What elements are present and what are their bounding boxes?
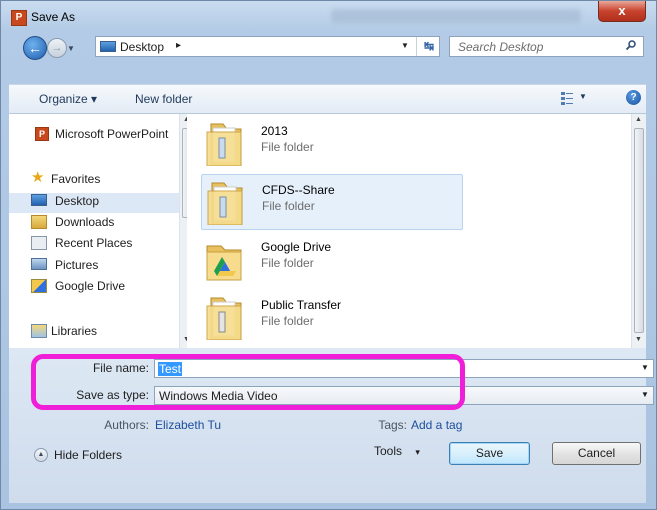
command-toolbar: Organize ▾ New folder ▼ ? xyxy=(9,84,646,114)
nav-item-google-drive[interactable]: Google Drive xyxy=(9,276,179,296)
search-input[interactable]: Search Desktop xyxy=(449,36,644,57)
authors-value[interactable]: Elizabeth Tu xyxy=(155,418,221,432)
title-bar: P Save As x xyxy=(1,1,656,31)
tools-dropdown-icon: ▾ xyxy=(415,447,420,457)
search-icon[interactable] xyxy=(626,40,636,50)
nav-item-favorites[interactable]: ★ Favorites xyxy=(9,169,179,189)
file-item-public-transfer[interactable]: Public Transfer File folder xyxy=(201,290,463,346)
google-drive-folder-icon xyxy=(206,245,242,281)
file-item-2013[interactable]: 2013 File folder xyxy=(201,116,463,172)
chevron-up-icon: ▲ xyxy=(34,448,48,462)
file-type: File folder xyxy=(262,199,315,213)
nav-item-label: Libraries xyxy=(51,324,98,338)
file-name-dropdown-icon[interactable]: ▼ xyxy=(641,363,649,372)
file-name: Public Transfer xyxy=(261,298,342,312)
annotation-highlight-box xyxy=(31,354,465,410)
nav-item-desktop[interactable]: Desktop xyxy=(9,191,179,211)
address-bar[interactable]: Desktop ▸ ▼ ↹ xyxy=(95,36,440,57)
file-item-cfds-share[interactable]: CFDS--Share File folder xyxy=(201,174,463,230)
nav-item-label: Google Drive xyxy=(55,279,126,293)
file-item-google-drive[interactable]: Google Drive File folder xyxy=(201,232,463,288)
tags-label: Tags: xyxy=(378,418,407,432)
cancel-button[interactable]: Cancel xyxy=(552,442,641,465)
recent-pages-dropdown-icon[interactable]: ▼ xyxy=(67,44,75,53)
scroll-up-icon[interactable]: ▲ xyxy=(635,116,642,123)
file-scroll-thumb[interactable] xyxy=(634,128,644,333)
navigation-pane: P Microsoft PowerPoint ★ Favorites Deskt… xyxy=(9,114,193,348)
nav-item-label: Desktop xyxy=(55,194,100,208)
search-placeholder: Search Desktop xyxy=(458,40,544,54)
back-arrow-icon[interactable]: ← xyxy=(23,36,47,60)
nav-item-label: Favorites xyxy=(51,172,101,186)
star-icon: ★ xyxy=(31,169,45,186)
breadcrumb-desktop[interactable]: Desktop xyxy=(120,40,164,54)
refresh-icon[interactable]: ↹ xyxy=(416,37,441,56)
close-button[interactable]: x xyxy=(598,1,646,22)
powerpoint-icon: P xyxy=(35,127,49,141)
file-name: 2013 xyxy=(261,124,288,138)
tags-value[interactable]: Add a tag xyxy=(411,418,462,432)
desktop-icon xyxy=(31,194,47,206)
powerpoint-app-icon: P xyxy=(11,10,27,26)
change-view-icon[interactable] xyxy=(561,91,573,105)
file-type: File folder xyxy=(261,140,314,154)
save-button[interactable]: Save xyxy=(449,442,530,465)
nav-item-libraries[interactable]: Libraries xyxy=(9,321,179,341)
downloads-icon xyxy=(31,215,47,229)
view-dropdown-icon[interactable]: ▼ xyxy=(579,92,587,101)
folder-icon xyxy=(207,182,243,225)
file-type: File folder xyxy=(261,256,314,270)
organize-button[interactable]: Organize ▾ xyxy=(39,92,97,106)
desktop-icon xyxy=(100,41,116,52)
nav-item-label: Microsoft PowerPoint xyxy=(55,127,169,141)
libraries-icon xyxy=(31,324,47,338)
file-list-pane: 2013 File folder CFDS--Share File folder… xyxy=(187,114,646,348)
save-as-dialog: P Save As x ← → ▼ Desktop ▸ ▼ ↹ Search D… xyxy=(0,0,657,510)
nav-item-label: Pictures xyxy=(55,258,99,272)
new-folder-button[interactable]: New folder xyxy=(135,92,192,106)
file-pane-scrollbar[interactable]: ▲ ▼ xyxy=(631,114,646,348)
forward-arrow-icon[interactable]: → xyxy=(47,38,67,58)
google-drive-icon xyxy=(31,279,47,293)
nav-item-downloads[interactable]: Downloads xyxy=(9,212,179,232)
pictures-icon xyxy=(31,258,47,270)
tools-button[interactable]: Tools ▾ xyxy=(374,444,420,458)
nav-item-microsoft-powerpoint[interactable]: P Microsoft PowerPoint xyxy=(9,124,179,144)
window-title: Save As xyxy=(31,10,76,24)
nav-item-label: Recent Places xyxy=(55,236,133,250)
file-name: CFDS--Share xyxy=(262,183,335,197)
folder-icon xyxy=(206,123,242,166)
hide-folders-label: Hide Folders xyxy=(54,448,123,462)
folder-icon xyxy=(206,297,242,340)
nav-item-pictures[interactable]: Pictures xyxy=(9,255,179,275)
authors-label: Authors: xyxy=(104,418,149,432)
save-options-panel: File name: Test ▼ Save as type: Windows … xyxy=(9,348,654,503)
background-window-title xyxy=(331,9,581,23)
hide-folders-button[interactable]: ▲ Hide Folders xyxy=(34,445,154,465)
nav-item-label: Downloads xyxy=(55,215,115,229)
file-type: File folder xyxy=(261,314,314,328)
file-name: Google Drive xyxy=(261,240,332,254)
breadcrumb-chevron-icon[interactable]: ▸ xyxy=(176,40,181,51)
recent-places-icon xyxy=(31,236,47,250)
help-icon[interactable]: ? xyxy=(626,90,641,105)
tools-label: Tools xyxy=(374,444,403,458)
save-as-type-dropdown-icon[interactable]: ▼ xyxy=(641,390,649,399)
scroll-down-icon[interactable]: ▼ xyxy=(635,336,642,343)
address-dropdown-icon[interactable]: ▼ xyxy=(401,41,409,50)
nav-item-recent-places[interactable]: Recent Places xyxy=(9,233,179,253)
